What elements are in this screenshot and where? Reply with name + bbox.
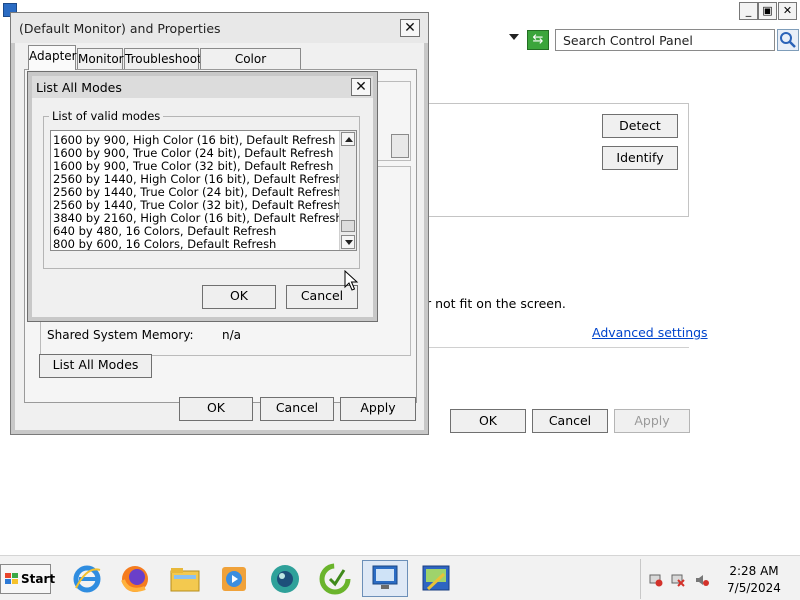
- background-apply-button[interactable]: Apply: [614, 409, 690, 433]
- system-tray: 2:28 AM 7/5/2024: [640, 559, 800, 599]
- tab-monitor[interactable]: Monitor: [77, 48, 124, 70]
- modes-close-button[interactable]: ✕: [351, 78, 371, 96]
- properties-ok-button[interactable]: OK: [179, 397, 253, 421]
- valid-modes-label: List of valid modes: [49, 109, 164, 123]
- modes-titlebar: List All Modes ✕: [32, 76, 373, 98]
- background-ok-button[interactable]: OK: [450, 409, 526, 433]
- volume-muted-icon[interactable]: [695, 573, 709, 587]
- list-item[interactable]: 800 by 600, 16 Colors, Default Refresh: [53, 238, 338, 251]
- arrow-down-icon: [345, 240, 353, 245]
- maximize-button[interactable]: ▣: [758, 2, 777, 20]
- internet-explorer-icon[interactable]: [70, 562, 104, 596]
- modes-list: 1600 by 900, High Color (16 bit), Defaul…: [53, 134, 343, 251]
- close-icon: ✕: [404, 20, 416, 36]
- properties-close-button[interactable]: ✕: [400, 19, 420, 37]
- media-player-icon[interactable]: [217, 562, 251, 596]
- minimize-button[interactable]: _: [739, 2, 758, 20]
- detect-button[interactable]: Detect: [602, 114, 678, 138]
- messenger-icon[interactable]: [268, 562, 302, 596]
- firefox-icon[interactable]: [118, 562, 152, 596]
- taskbar: Start 2:28 AM 7/5/2024: [0, 555, 800, 600]
- identify-button[interactable]: Identify: [602, 146, 678, 170]
- background-cancel-button[interactable]: Cancel: [532, 409, 608, 433]
- start-label: Start: [21, 572, 56, 586]
- properties-apply-button[interactable]: Apply: [340, 397, 416, 421]
- list-all-modes-button[interactable]: List All Modes: [39, 354, 152, 378]
- clock-date[interactable]: 7/5/2024: [719, 581, 789, 595]
- shared-memory-label: Shared System Memory:: [47, 328, 194, 342]
- network-disconnected-icon[interactable]: [671, 573, 685, 587]
- resolution-hint-text: r not fit on the screen.: [426, 296, 566, 311]
- tab-color-management[interactable]: Color Management: [200, 48, 301, 86]
- list-all-modes-dialog: List All Modes ✕ List of valid modes 160…: [27, 71, 378, 322]
- adapter-properties-button[interactable]: [391, 134, 409, 158]
- properties-cancel-button[interactable]: Cancel: [260, 397, 334, 421]
- window-close-button[interactable]: ✕: [778, 2, 797, 20]
- mouse-pointer-icon: [344, 269, 360, 295]
- search-input[interactable]: Search Control Panel: [555, 29, 775, 51]
- file-explorer-icon[interactable]: [168, 562, 202, 596]
- modes-title: List All Modes: [36, 80, 122, 95]
- properties-titlebar: (Default Monitor) and Properties ✕: [11, 13, 428, 43]
- refresh-button[interactable]: ⇆: [527, 30, 549, 50]
- network-warning-icon[interactable]: [649, 573, 663, 587]
- scroll-thumb[interactable]: [341, 220, 355, 232]
- control-panel-icon[interactable]: [414, 562, 458, 596]
- address-dropdown-icon[interactable]: [509, 34, 519, 40]
- close-icon: ✕: [355, 79, 367, 95]
- scroll-up-button[interactable]: [341, 132, 355, 146]
- ccleaner-icon[interactable]: [318, 562, 352, 596]
- display-settings-icon[interactable]: [362, 560, 408, 597]
- tab-adapter[interactable]: Adapter: [28, 45, 77, 70]
- windows-logo-icon: [5, 573, 18, 585]
- shared-memory-value: n/a: [222, 328, 242, 342]
- modes-scrollbar[interactable]: [339, 131, 356, 250]
- tab-troubleshoot[interactable]: Troubleshoot: [124, 48, 202, 70]
- divider: [426, 347, 689, 348]
- modes-ok-button[interactable]: OK: [202, 285, 276, 309]
- modes-listbox[interactable]: 1600 by 900, High Color (16 bit), Defaul…: [50, 130, 357, 251]
- scroll-down-button[interactable]: [341, 235, 355, 249]
- start-button[interactable]: Start: [0, 564, 55, 594]
- properties-title: (Default Monitor) and Properties: [19, 21, 221, 36]
- advanced-settings-link[interactable]: Advanced settings: [592, 325, 708, 340]
- search-button[interactable]: [777, 29, 799, 51]
- clock-time[interactable]: 2:28 AM: [719, 564, 789, 578]
- arrow-up-icon: [345, 137, 353, 142]
- search-icon: [780, 32, 796, 48]
